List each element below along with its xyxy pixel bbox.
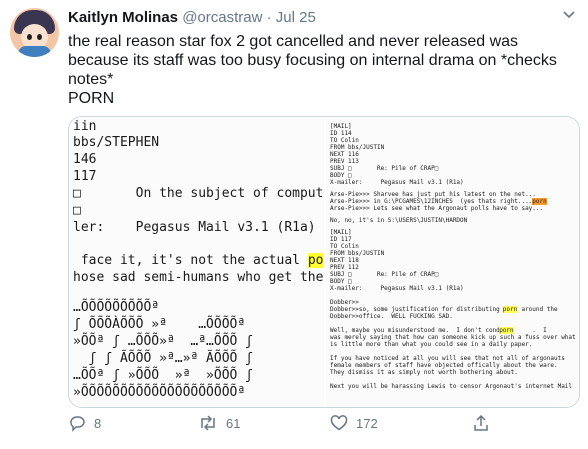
screenshot-line: X-mailer: Pegasus Mail v3.1 (R1a) — [330, 179, 464, 186]
tweet-header: Kaitlyn Molinas @orcastraw · Jul 25 — [68, 8, 316, 28]
screenshot-line: ler: Pegasus Mail v3.1 (R1a) — [73, 220, 316, 235]
tweet-text-line: because its staff was too busy focusing … — [68, 52, 557, 69]
screenshot-line: was merely saying that how can someone k… — [330, 334, 576, 341]
screenshot-line: Well, maybe you misunderstood me. I don'… — [330, 327, 547, 334]
reply-count: 8 — [94, 415, 102, 431]
screenshot-line: iin — [73, 119, 97, 134]
reply-button[interactable]: 8 — [68, 414, 101, 432]
screenshot-line: is little more than what you could see i… — [330, 341, 533, 348]
tweet-text-line: the real reason star fox 2 got cancelled… — [68, 33, 519, 50]
screenshot-line: 117 — [73, 169, 97, 184]
screenshot-line: BODY □ — [330, 278, 352, 285]
screenshot-line: SUBJ □ Re: Pile of CRAP□ — [330, 165, 439, 172]
retweet-icon — [198, 414, 218, 432]
screenshot-line: NEXT 116 — [330, 151, 359, 158]
screenshot-line: SUBJ □ Re: Pile of CRAP□ — [330, 271, 439, 278]
highlight-word: porn — [499, 327, 514, 334]
tweet-date[interactable]: Jul 25 — [276, 9, 316, 26]
tweet-text: the real reason star fox 2 got cancelled… — [68, 32, 578, 108]
screenshot-line: If you have noticed at all you will see … — [330, 355, 565, 362]
share-icon — [472, 414, 490, 432]
screenshot-line: Arse-Pie>>> Sharvee has just put his lat… — [330, 191, 536, 198]
screenshot-line: female members of staff have objected of… — [330, 362, 558, 369]
screenshot-line: Dobber>> — [330, 299, 359, 306]
screenshot-line: face it, it's not the actual po — [73, 253, 324, 268]
tweet: Kaitlyn Molinas @orcastraw · Jul 25 the … — [0, 0, 588, 449]
highlight-word: porn — [532, 198, 547, 205]
like-button[interactable]: 172 — [330, 414, 378, 432]
highlight-word: porn — [502, 306, 518, 313]
screenshot-line: BODY □ — [330, 172, 352, 179]
screenshot-line: »ÕÕÕÕÕÕÕÕÕÕÕÕÕÕÕÕÕÕÕÕª — [73, 385, 246, 400]
screenshot-line: Arse-Pie>>> in G:\PCGAMES\12INCHES (yes … — [330, 198, 547, 205]
screenshot-line: PREV 113 — [330, 158, 359, 165]
screenshot-line: ʃ ÕÕÕÀÕÕÕ »ª …ÕÕÕÕª — [73, 317, 246, 332]
avatar[interactable] — [10, 8, 59, 57]
screenshot-line: X-mailer: Pegasus Mail v3.1 (R1a) — [330, 285, 464, 292]
retweet-count: 61 — [226, 415, 241, 431]
screenshot-line: □ — [73, 203, 81, 218]
screenshot-line: FROM bbs/JUSTIN — [330, 144, 385, 151]
screenshot-line: 146 — [73, 152, 97, 167]
screenshot-line: PREV 112 — [330, 264, 359, 271]
screenshot-line: Dobber>>so, some justification for distr… — [330, 306, 558, 313]
author-handle[interactable]: @orcastraw — [182, 9, 262, 26]
screenshot-line: Next you will be harassing Lewis to cens… — [330, 383, 573, 390]
screenshot-line: □ On the subject of compute — [73, 186, 332, 201]
screenshot-line: Dobber>>office. WELL FUCKING SAD. — [330, 313, 453, 320]
screenshot-line: [MAIL] — [330, 123, 352, 130]
screenshot-line: NEXT 118 — [330, 257, 359, 264]
screenshot-line: TO Colin — [330, 137, 359, 144]
author-name[interactable]: Kaitlyn Molinas — [68, 9, 178, 26]
screenshot-line: ID 117 — [330, 236, 352, 243]
screenshot-line: Arse-Pie>>> Lets see what the Argonaut p… — [330, 205, 544, 212]
screenshot-line: …ÕÕÕÕÕÕÕÕÕª — [73, 300, 160, 315]
screenshot-line: …ÕÕª ʃ »ÕÕÕ »ª »ÕÕÕ ʃ — [73, 368, 254, 383]
screenshot-line: No, no, it's in S:\USERS\JUSTIN\HARDON — [330, 217, 468, 224]
media-image-left[interactable]: iin bbs/STEPHEN 146 117 □ On the subject… — [69, 117, 331, 407]
share-button[interactable] — [472, 414, 490, 432]
retweet-button[interactable]: 61 — [198, 414, 240, 432]
screenshot-line: bbs/STEPHEN — [73, 135, 160, 150]
tweet-actions: 8 61 172 — [68, 414, 568, 434]
screenshot-line: ʃ ʃ ÃÕÕÕ »ª…»ª ÃÕÕÕ ʃ — [73, 351, 254, 366]
like-count: 172 — [356, 415, 378, 431]
like-icon — [330, 414, 348, 432]
screenshot-line: TO Colin — [330, 243, 359, 250]
screenshot-line: [MAIL] — [330, 229, 352, 236]
screenshot-line: They dismiss it as simply not worth both… — [330, 369, 518, 376]
tweet-text-line: notes* — [68, 71, 114, 88]
separator: · — [266, 9, 272, 26]
screenshot-line: hose sad semi-humans who get the — [73, 270, 324, 285]
reply-icon — [68, 414, 86, 432]
screenshot-line: ID 114 — [330, 130, 352, 137]
screenshot-line: FROM bbs/JUSTIN — [330, 250, 385, 257]
media-image-right[interactable]: [MAIL] ID 114 TO Colin FROM bbs/JUSTIN NEXT … — [326, 117, 579, 407]
highlight-word: po — [307, 253, 324, 268]
screenshot-line: »ÕÕª ʃ …ÕÕÕ»ª …ª…ÕÕÕ ʃ — [73, 334, 254, 349]
chevron-down-icon[interactable] — [562, 8, 576, 23]
tweet-media[interactable]: iin bbs/STEPHEN 146 117 □ On the subject… — [68, 116, 580, 408]
tweet-text-line: PORN — [68, 90, 115, 107]
